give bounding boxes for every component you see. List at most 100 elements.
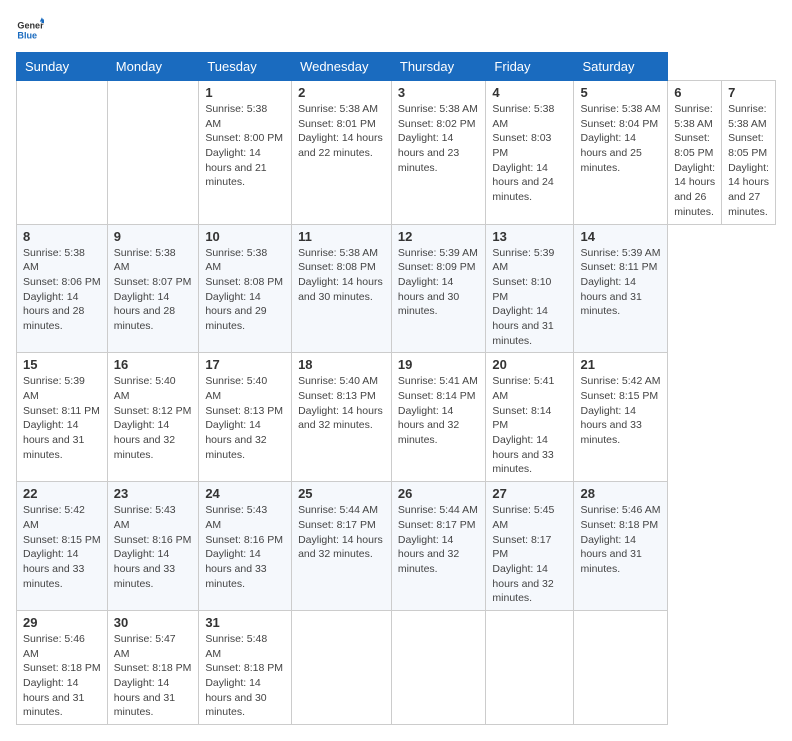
sunset: Sunset: 8:04 PM [580,117,661,132]
calendar-cell: 11 Sunrise: 5:38 AM Sunset: 8:08 PM Dayl… [292,224,392,353]
day-info: Sunrise: 5:38 AM Sunset: 8:04 PM Dayligh… [580,102,661,175]
sunset: Sunset: 8:18 PM [580,518,661,533]
sunset: Sunset: 8:18 PM [114,661,193,676]
day-info: Sunrise: 5:38 AM Sunset: 8:06 PM Dayligh… [23,246,101,334]
day-info: Sunrise: 5:38 AM Sunset: 8:01 PM Dayligh… [298,102,385,161]
day-info: Sunrise: 5:38 AM Sunset: 8:05 PM Dayligh… [674,102,715,220]
day-number: 20 [492,357,567,372]
daylight: Daylight: 14 hours and 33 minutes. [580,404,661,448]
daylight: Daylight: 14 hours and 32 minutes. [298,404,385,433]
calendar-cell: 26 Sunrise: 5:44 AM Sunset: 8:17 PM Dayl… [391,482,486,611]
daylight: Daylight: 14 hours and 32 minutes. [398,533,480,577]
daylight: Daylight: 14 hours and 31 minutes. [580,275,661,319]
sunrise: Sunrise: 5:39 AM [398,246,480,261]
day-info: Sunrise: 5:46 AM Sunset: 8:18 PM Dayligh… [580,503,661,576]
weekday-header-thursday: Thursday [391,53,486,81]
daylight: Daylight: 14 hours and 27 minutes. [728,161,769,220]
sunrise: Sunrise: 5:46 AM [580,503,661,518]
calendar-cell [574,610,668,724]
calendar-table: SundayMondayTuesdayWednesdayThursdayFrid… [16,52,776,725]
sunrise: Sunrise: 5:38 AM [114,246,193,275]
daylight: Daylight: 14 hours and 33 minutes. [492,433,567,477]
day-info: Sunrise: 5:39 AM Sunset: 8:11 PM Dayligh… [23,374,101,462]
sunset: Sunset: 8:15 PM [580,389,661,404]
day-number: 26 [398,486,480,501]
daylight: Daylight: 14 hours and 22 minutes. [298,131,385,160]
sunset: Sunset: 8:07 PM [114,275,193,290]
sunrise: Sunrise: 5:38 AM [205,246,285,275]
day-number: 28 [580,486,661,501]
daylight: Daylight: 14 hours and 21 minutes. [205,146,285,190]
day-number: 31 [205,615,285,630]
sunrise: Sunrise: 5:38 AM [674,102,715,131]
sunset: Sunset: 8:08 PM [205,275,285,290]
sunset: Sunset: 8:08 PM [298,260,385,275]
daylight: Daylight: 14 hours and 31 minutes. [114,676,193,720]
sunrise: Sunrise: 5:38 AM [728,102,769,131]
sunset: Sunset: 8:17 PM [398,518,480,533]
day-info: Sunrise: 5:44 AM Sunset: 8:17 PM Dayligh… [298,503,385,562]
calendar-cell: 14 Sunrise: 5:39 AM Sunset: 8:11 PM Dayl… [574,224,668,353]
sunset: Sunset: 8:02 PM [398,117,480,132]
sunrise: Sunrise: 5:38 AM [298,246,385,261]
sunset: Sunset: 8:16 PM [114,533,193,548]
weekday-header-friday: Friday [486,53,574,81]
sunset: Sunset: 8:06 PM [23,275,101,290]
calendar-week-3: 15 Sunrise: 5:39 AM Sunset: 8:11 PM Dayl… [17,353,776,482]
day-info: Sunrise: 5:38 AM Sunset: 8:00 PM Dayligh… [205,102,285,190]
day-number: 11 [298,229,385,244]
sunrise: Sunrise: 5:41 AM [492,374,567,403]
day-info: Sunrise: 5:43 AM Sunset: 8:16 PM Dayligh… [114,503,193,591]
logo-icon: General Blue [16,16,44,44]
day-number: 19 [398,357,480,372]
calendar-cell: 3 Sunrise: 5:38 AM Sunset: 8:02 PM Dayli… [391,81,486,225]
svg-text:Blue: Blue [17,30,37,40]
day-number: 2 [298,85,385,100]
daylight: Daylight: 14 hours and 29 minutes. [205,290,285,334]
sunset: Sunset: 8:01 PM [298,117,385,132]
calendar-cell [391,610,486,724]
day-info: Sunrise: 5:41 AM Sunset: 8:14 PM Dayligh… [398,374,480,447]
calendar-cell: 4 Sunrise: 5:38 AM Sunset: 8:03 PM Dayli… [486,81,574,225]
day-info: Sunrise: 5:38 AM Sunset: 8:07 PM Dayligh… [114,246,193,334]
sunrise: Sunrise: 5:38 AM [398,102,480,117]
daylight: Daylight: 14 hours and 28 minutes. [23,290,101,334]
sunrise: Sunrise: 5:48 AM [205,632,285,661]
daylight: Daylight: 14 hours and 31 minutes. [492,304,567,348]
sunset: Sunset: 8:11 PM [23,404,101,419]
daylight: Daylight: 14 hours and 32 minutes. [492,562,567,606]
calendar-week-5: 29 Sunrise: 5:46 AM Sunset: 8:18 PM Dayl… [17,610,776,724]
calendar-header-row: SundayMondayTuesdayWednesdayThursdayFrid… [17,53,776,81]
daylight: Daylight: 14 hours and 28 minutes. [114,290,193,334]
daylight: Daylight: 14 hours and 33 minutes. [23,547,101,591]
calendar-cell [107,81,199,225]
daylight: Daylight: 14 hours and 33 minutes. [205,547,285,591]
calendar-cell: 22 Sunrise: 5:42 AM Sunset: 8:15 PM Dayl… [17,482,108,611]
calendar-cell: 15 Sunrise: 5:39 AM Sunset: 8:11 PM Dayl… [17,353,108,482]
daylight: Daylight: 14 hours and 33 minutes. [114,547,193,591]
day-number: 21 [580,357,661,372]
day-info: Sunrise: 5:47 AM Sunset: 8:18 PM Dayligh… [114,632,193,720]
sunrise: Sunrise: 5:47 AM [114,632,193,661]
sunset: Sunset: 8:17 PM [298,518,385,533]
day-info: Sunrise: 5:40 AM Sunset: 8:13 PM Dayligh… [205,374,285,462]
calendar-cell [486,610,574,724]
day-info: Sunrise: 5:45 AM Sunset: 8:17 PM Dayligh… [492,503,567,606]
calendar-cell: 25 Sunrise: 5:44 AM Sunset: 8:17 PM Dayl… [292,482,392,611]
calendar-cell: 8 Sunrise: 5:38 AM Sunset: 8:06 PM Dayli… [17,224,108,353]
sunrise: Sunrise: 5:42 AM [23,503,101,532]
sunset: Sunset: 8:15 PM [23,533,101,548]
sunset: Sunset: 8:13 PM [298,389,385,404]
sunrise: Sunrise: 5:38 AM [205,102,285,131]
sunrise: Sunrise: 5:46 AM [23,632,101,661]
day-number: 16 [114,357,193,372]
daylight: Daylight: 14 hours and 24 minutes. [492,161,567,205]
daylight: Daylight: 14 hours and 30 minutes. [398,275,480,319]
sunrise: Sunrise: 5:42 AM [580,374,661,389]
sunset: Sunset: 8:11 PM [580,260,661,275]
weekday-header-sunday: Sunday [17,53,108,81]
day-number: 6 [674,85,715,100]
weekday-header-monday: Monday [107,53,199,81]
day-number: 5 [580,85,661,100]
logo: General Blue [16,16,48,44]
